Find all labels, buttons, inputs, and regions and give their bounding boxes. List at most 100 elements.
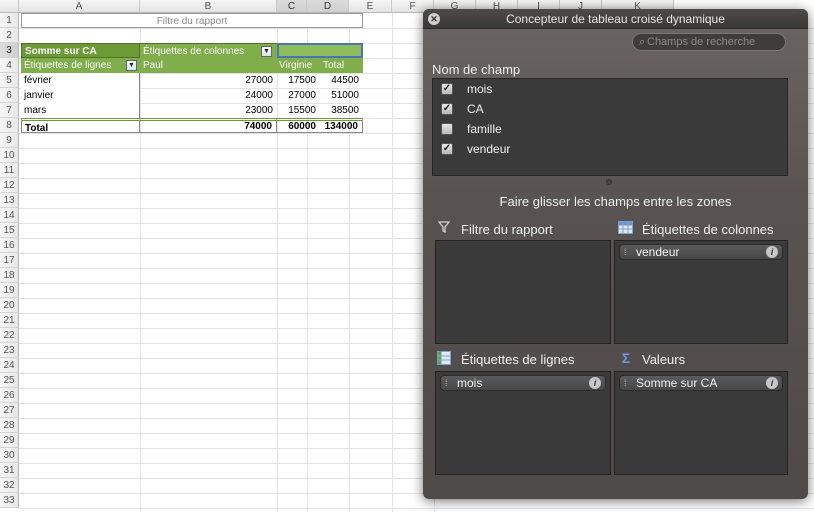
row-header[interactable]: 19 [0, 283, 19, 298]
value-cell[interactable]: 44500 [320, 73, 363, 88]
row-label-cell[interactable]: février [21, 73, 140, 88]
zone-column-labels[interactable]: ⁞ vendeur i [614, 240, 788, 344]
row-header[interactable]: 2 [0, 28, 19, 43]
row-header[interactable]: 17 [0, 253, 19, 268]
row-labels-dropdown-icon[interactable]: ▼ [126, 60, 137, 71]
row-header[interactable]: 8 [0, 118, 19, 133]
value-header-cell[interactable]: Somme sur CA [21, 43, 140, 58]
row-header[interactable]: 1 [0, 13, 19, 28]
row-header[interactable]: 27 [0, 403, 19, 418]
zone-chip-mois[interactable]: ⁞ mois i [440, 375, 606, 391]
zone-report-filter[interactable] [435, 240, 611, 344]
field-name-label: Nom de champ [432, 62, 521, 77]
row-header[interactable]: 26 [0, 388, 19, 403]
row-header[interactable]: 9 [0, 133, 19, 148]
col-header-a[interactable]: A [19, 0, 140, 13]
column-labels-header-cell[interactable]: Étiquettes de colonnes ▼ [140, 43, 277, 58]
value-cell[interactable]: 15500 [277, 103, 320, 118]
row-header[interactable]: 7 [0, 103, 19, 118]
total-value-cell[interactable]: 74000 [140, 118, 277, 133]
row-header[interactable]: 33 [0, 493, 19, 508]
row-header[interactable]: 29 [0, 433, 19, 448]
total-value-cell[interactable]: 134000 [320, 118, 363, 133]
field-checkbox-checked[interactable]: ✓ [441, 103, 453, 115]
row-header[interactable]: 31 [0, 463, 19, 478]
value-cell[interactable]: 27000 [140, 73, 277, 88]
row-header[interactable]: 15 [0, 223, 19, 238]
col-name-cell[interactable]: Paul [140, 58, 277, 73]
field-list: ✓ mois ✓ CA famille ✓ vendeur [432, 78, 788, 176]
chip-label: vendeur [636, 245, 680, 259]
field-item-label: vendeur [467, 142, 511, 156]
zone-title-column-labels: Étiquettes de colonnes [642, 222, 774, 237]
row-header[interactable]: 12 [0, 178, 19, 193]
col-name-cell[interactable]: Total [320, 58, 363, 73]
filter-icon [437, 221, 451, 235]
total-value-cell[interactable]: 60000 [277, 118, 320, 133]
col-header-b[interactable]: B [140, 0, 277, 13]
chip-label: mois [457, 376, 483, 390]
field-checkbox-checked[interactable]: ✓ [441, 83, 453, 95]
pivot-designer-panel: ✕ Concepteur de tableau croisé dynamique… [423, 9, 808, 499]
select-all-corner[interactable] [0, 0, 19, 13]
sigma-icon: Σ [621, 350, 631, 366]
excel-window: A B C D E F G H I J K 1 2 3 4 5 6 7 8 9 … [0, 0, 814, 512]
row-header[interactable]: 18 [0, 268, 19, 283]
row-header[interactable]: 25 [0, 373, 19, 388]
row-header[interactable]: 5 [0, 73, 19, 88]
value-cell[interactable]: 17500 [277, 73, 320, 88]
field-search-input[interactable]: ⌕ Champs de recherche [632, 33, 786, 51]
panel-title: Concepteur de tableau croisé dynamique [506, 12, 725, 26]
col-header-d[interactable]: D [307, 0, 349, 13]
row-header[interactable]: 10 [0, 148, 19, 163]
field-checkbox-checked[interactable]: ✓ [441, 143, 453, 155]
zone-row-labels[interactable]: ⁞ mois i [435, 371, 611, 475]
row-header[interactable]: 6 [0, 88, 19, 103]
info-icon[interactable]: i [766, 246, 778, 258]
search-icon: ⌕ [639, 36, 646, 48]
row-header[interactable]: 28 [0, 418, 19, 433]
row-header[interactable]: 32 [0, 478, 19, 493]
row-label-cell[interactable]: janvier [21, 88, 140, 103]
info-icon[interactable]: i [766, 377, 778, 389]
row-header[interactable]: 20 [0, 298, 19, 313]
row-header[interactable]: 3 [0, 43, 19, 58]
value-cell[interactable]: 23000 [140, 103, 277, 118]
row-headers: 1 2 3 4 5 6 7 8 9 10 11 12 13 14 15 16 1… [0, 13, 19, 508]
row-header[interactable]: 16 [0, 238, 19, 253]
row-labels-icon [437, 351, 451, 365]
splitter-handle[interactable] [606, 179, 612, 185]
row-header[interactable]: 21 [0, 313, 19, 328]
column-labels-dropdown-icon[interactable]: ▼ [261, 46, 272, 57]
zone-title-values: Valeurs [642, 352, 686, 367]
value-cell[interactable]: 51000 [320, 88, 363, 103]
value-cell[interactable]: 38500 [320, 103, 363, 118]
row-labels-header-text: Étiquettes de lignes [24, 60, 112, 71]
total-label-cell[interactable]: Total [21, 118, 140, 133]
value-cell[interactable]: 24000 [140, 88, 277, 103]
row-header[interactable]: 24 [0, 358, 19, 373]
zone-values[interactable]: ⁞ Somme sur CA i [614, 371, 788, 475]
col-header-e[interactable]: E [349, 0, 392, 13]
row-label-cell[interactable]: mars [21, 103, 140, 118]
info-icon[interactable]: i [589, 377, 601, 389]
selected-cells-c3-d3[interactable] [277, 43, 363, 58]
row-header[interactable]: 13 [0, 193, 19, 208]
row-header[interactable]: 30 [0, 448, 19, 463]
row-header[interactable]: 11 [0, 163, 19, 178]
zone-chip-somme-sur-ca[interactable]: ⁞ Somme sur CA i [619, 375, 783, 391]
report-filter-area[interactable]: Filtre du rapport [21, 13, 363, 28]
panel-titlebar[interactable]: ✕ Concepteur de tableau croisé dynamique [423, 9, 808, 29]
field-checkbox-unchecked[interactable] [441, 123, 453, 135]
drag-hint-text: Faire glisser les champs entre les zones [499, 194, 732, 209]
col-name-cell[interactable]: Virginie [277, 58, 320, 73]
zone-chip-vendeur[interactable]: ⁞ vendeur i [619, 244, 783, 260]
row-header[interactable]: 14 [0, 208, 19, 223]
row-header[interactable]: 22 [0, 328, 19, 343]
row-labels-header-cell[interactable]: Étiquettes de lignes ▼ [21, 58, 140, 73]
row-header[interactable]: 23 [0, 343, 19, 358]
field-item-label: mois [467, 82, 493, 96]
value-cell[interactable]: 27000 [277, 88, 320, 103]
row-header[interactable]: 4 [0, 58, 19, 73]
col-header-c[interactable]: C [277, 0, 307, 13]
